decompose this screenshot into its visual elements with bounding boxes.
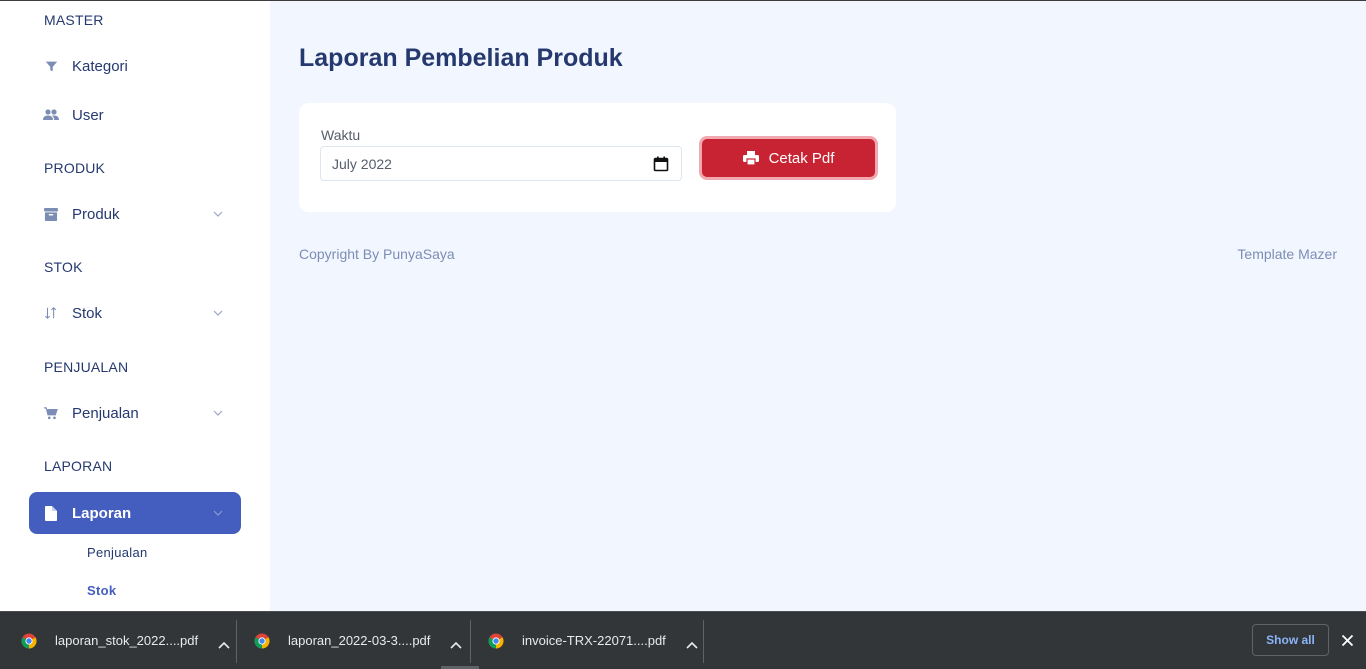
footer-copyright: Copyright By PunyaSaya xyxy=(299,246,455,262)
show-all-button[interactable]: Show all xyxy=(1252,624,1329,656)
sidebar-section-stok: STOK xyxy=(44,259,83,275)
chevron-down-icon xyxy=(213,308,223,318)
page-title: Laporan Pembelian Produk xyxy=(299,44,623,72)
printer-icon xyxy=(742,151,759,165)
download-separator xyxy=(236,620,237,663)
users-icon xyxy=(43,107,59,123)
download-filename: laporan_stok_2022....pdf xyxy=(55,633,199,648)
sidebar: MASTER Kategori User PRODUK Produk STOK … xyxy=(0,1,270,611)
cart-icon xyxy=(43,405,59,421)
submenu-item-stok[interactable]: Stok xyxy=(87,583,116,598)
cetak-pdf-button[interactable]: Cetak Pdf xyxy=(702,139,875,177)
sidebar-item-label: Stok xyxy=(72,304,103,322)
sidebar-section-produk: PRODUK xyxy=(44,160,106,176)
download-item[interactable]: laporan_stok_2022....pdf xyxy=(21,612,230,669)
sidebar-item-produk[interactable]: Produk xyxy=(29,193,241,235)
cetak-pdf-label: Cetak Pdf xyxy=(768,149,835,167)
close-icon[interactable] xyxy=(1341,634,1354,647)
sidebar-section-penjualan: PENJUALAN xyxy=(44,359,129,375)
sidebar-item-stok[interactable]: Stok xyxy=(29,292,241,334)
sidebar-item-user[interactable]: User xyxy=(29,94,241,136)
sidebar-item-kategori[interactable]: Kategori xyxy=(29,45,241,87)
sidebar-item-label: Penjualan xyxy=(72,404,139,422)
download-item[interactable]: invoice-TRX-22071....pdf xyxy=(488,612,698,669)
sidebar-item-label: Kategori xyxy=(72,57,128,75)
month-input[interactable]: July 2022 xyxy=(320,146,682,181)
caret-up-icon[interactable] xyxy=(450,637,462,649)
download-filename: laporan_2022-03-3....pdf xyxy=(288,633,431,648)
caret-up-icon[interactable] xyxy=(686,637,698,649)
month-input-value: July 2022 xyxy=(332,155,392,172)
download-separator xyxy=(703,620,704,663)
sidebar-item-penjualan[interactable]: Penjualan xyxy=(29,392,241,434)
chevron-down-icon xyxy=(213,508,223,518)
sidebar-item-label: User xyxy=(72,106,104,124)
sidebar-section-laporan: LAPORAN xyxy=(44,458,113,474)
sidebar-item-label: Laporan xyxy=(72,504,132,522)
chrome-icon xyxy=(254,633,270,649)
chevron-down-icon xyxy=(213,209,223,219)
file-icon xyxy=(43,505,59,521)
filter-icon xyxy=(43,58,59,74)
sort-arrows-icon xyxy=(43,305,59,321)
calendar-icon[interactable] xyxy=(653,156,669,172)
download-item[interactable]: laporan_2022-03-3....pdf xyxy=(254,612,462,669)
download-filename: invoice-TRX-22071....pdf xyxy=(522,633,666,648)
caret-up-icon[interactable] xyxy=(218,637,230,649)
download-separator xyxy=(470,620,471,663)
chrome-icon xyxy=(21,633,37,649)
submenu-item-penjualan[interactable]: Penjualan xyxy=(87,545,148,560)
download-bar: laporan_stok_2022....pdf laporan_2022-03… xyxy=(0,611,1366,669)
footer-template-credit: Template Mazer xyxy=(1237,246,1337,262)
sidebar-item-label: Produk xyxy=(72,205,120,223)
sidebar-item-laporan[interactable]: Laporan xyxy=(29,492,241,534)
archive-icon xyxy=(43,206,59,222)
waktu-label: Waktu xyxy=(321,127,361,143)
sidebar-section-master: MASTER xyxy=(44,12,104,28)
chevron-down-icon xyxy=(213,408,223,418)
chrome-icon xyxy=(488,633,504,649)
report-form-card: Waktu July 2022 Cetak Pdf xyxy=(299,103,896,212)
